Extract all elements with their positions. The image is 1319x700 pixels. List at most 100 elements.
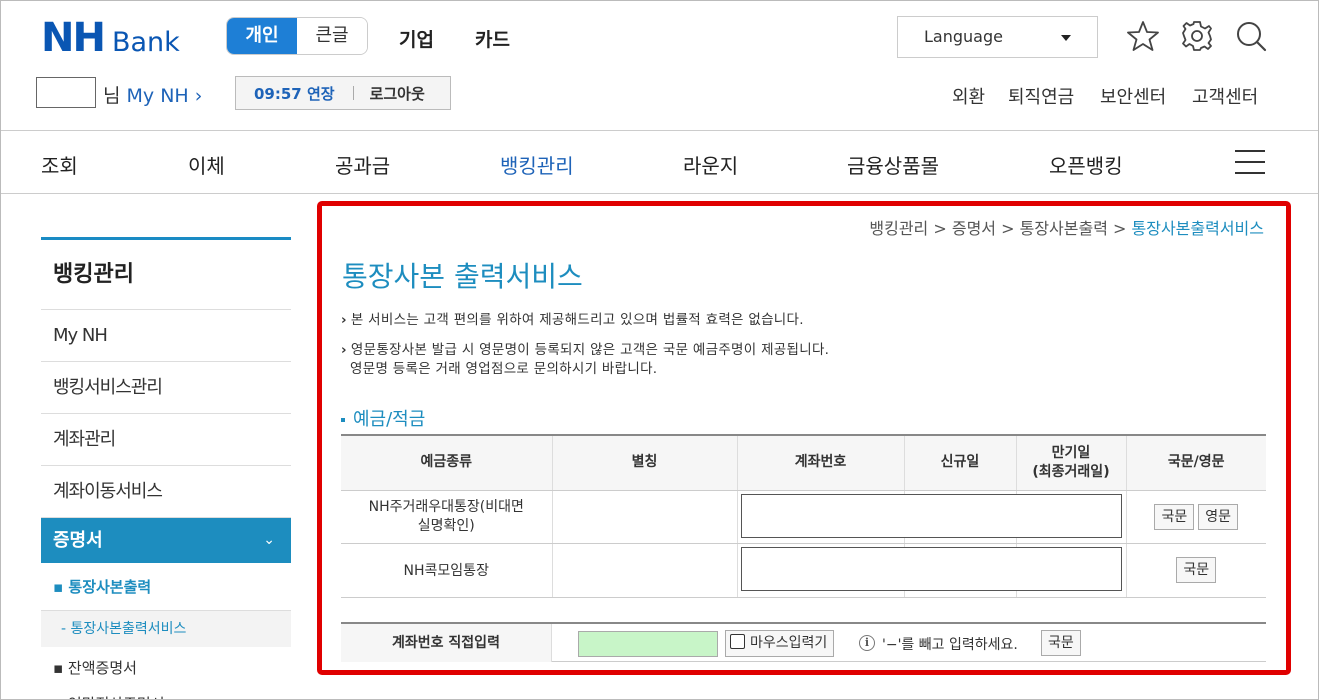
last-transaction-label: (최종거래일) [1032,463,1110,480]
breadcrumb-current: 통장사본출력서비스 [1131,219,1264,238]
direct-input-label: 계좌번호 직접입력 [341,624,552,662]
logout-button[interactable]: 로그아웃 [370,83,425,104]
header: NH Bank 개인 큰글 기업 카드 Language 님 My NH › 0… [1,1,1318,131]
korean-button[interactable]: 국문 [1176,557,1217,583]
col-header-language: 국문/영문 [1125,434,1266,491]
star-icon[interactable] [1126,19,1160,53]
deposit-type-cell: NH주거래우대통장(비대면실명확인) [341,490,552,544]
account-number-input[interactable] [578,631,718,657]
notice-1: › 본 서비스는 고객 편의를 위하여 제공해드리고 있으며 법률적 효력은 없습… [341,311,804,330]
nh-bank-logo[interactable]: NH Bank [41,15,180,61]
util-link-security[interactable]: 보안센터 [1100,83,1166,109]
hamburger-menu-icon[interactable] [1235,150,1265,174]
caret-down-icon [1061,35,1071,41]
personal-largefont-toggle: 개인 큰글 [226,17,368,55]
gear-icon[interactable] [1180,19,1214,53]
chevron-down-icon: ⌄ [263,532,275,548]
sidebar: 뱅킹관리 My NH 뱅킹서비스관리 계좌관리 계좌이동서비스 증명서 ⌄ ▪ … [41,237,291,699]
session-extend-button[interactable]: 09:57 연장 [254,83,335,104]
sidebar-item-certificate[interactable]: 증명서 ⌄ [41,518,291,563]
menu-lounge[interactable]: 라운지 [683,150,738,179]
sidebar-sub-balance-certificate[interactable]: ▪ 잔액증명서 [41,647,291,689]
col-header-nickname: 별칭 [551,434,737,491]
section-title: 예금/적금 [341,405,425,431]
language-label: Language [924,27,1003,46]
bullet-chevron-icon: › [341,342,347,358]
menu-utility-bills[interactable]: 공과금 [335,150,390,179]
my-nh-label: My NH › [126,85,203,107]
user-name-box [36,77,96,108]
col-header-deposit-type: 예금종류 [341,434,552,491]
korean-button[interactable]: 국문 [1154,503,1195,530]
sidebar-sub-passbook-copy-service[interactable]: - 통장사본출력서비스 [41,611,291,647]
nav-corporate[interactable]: 기업 [399,25,434,52]
menu-transfer[interactable]: 이체 [188,150,225,179]
sidebar-item-banking-service[interactable]: 뱅킹서비스관리 [41,362,291,414]
nav-card[interactable]: 카드 [475,25,510,52]
input-hint: '−'를 빼고 입력하세요. [882,637,1018,653]
english-button[interactable]: 영문 [1198,503,1239,530]
language-select[interactable]: Language [897,16,1098,58]
util-link-forex[interactable]: 외환 [952,83,985,109]
page: NH Bank 개인 큰글 기업 카드 Language 님 My NH › 0… [0,0,1319,700]
page-title: 통장사본 출력서비스 [342,260,583,293]
deposit-type: NH주거래우대통장(비대면 [368,498,524,515]
util-link-customer[interactable]: 고객센터 [1192,83,1258,109]
notice-1-text: 본 서비스는 고객 편의를 위하여 제공해드리고 있으며 법률적 효력은 없습니… [350,312,804,328]
menu-banking-management[interactable]: 뱅킹관리 [500,150,574,179]
sidebar-item-mynh[interactable]: My NH [41,310,291,362]
account-info-box [741,547,1122,591]
breadcrumb-item[interactable]: 통장사본출력 [1020,219,1108,238]
col-header-account-number: 계좌번호 [736,434,904,491]
tab-large-font[interactable]: 큰글 [297,18,367,54]
maturity-label: 만기일 [1051,444,1091,461]
menu-open-banking[interactable]: 오픈뱅킹 [1049,150,1123,179]
mouse-input-label: 마우스입력기 [750,635,828,651]
direct-input-row: 계좌번호 직접입력 마우스입력기 i '−'를 빼고 입력하세요. 국문 [341,622,1266,662]
bullet-chevron-icon: › [341,312,347,328]
notice-2: › 영문통장사본 발급 시 영문명이 등록되지 않은 고객은 국문 예금주명이 제… [341,341,829,379]
main-menu: 조회 이체 공과금 뱅킹관리 라운지 금융상품몰 오픈뱅킹 [1,132,1318,194]
section-bullet-icon [341,418,345,422]
mouse-input-toggle[interactable]: 마우스입력기 [725,630,835,657]
user-suffix: 님 [103,85,121,107]
breadcrumb-separator: > [928,219,952,238]
tab-personal[interactable]: 개인 [227,18,297,54]
sidebar-sub-passbook-copy[interactable]: ▪ 통장사본출력 [41,563,291,611]
col-header-open-date: 신규일 [903,434,1016,491]
nickname-cell [551,490,737,544]
breadcrumb-separator: > [1107,219,1132,238]
sidebar-sub-tax-certificate[interactable]: ▪ 연말정산증명서 [41,689,291,699]
deposit-type-cell: NH콕모임통장 [341,543,552,598]
section-title-text: 예금/적금 [353,409,426,430]
logo-bank: Bank [111,27,180,58]
sidebar-item-certificate-label: 증명서 [53,530,103,551]
my-nh-link[interactable]: 님 My NH › [103,81,202,108]
info-icon: i [859,635,875,651]
direct-korean-button[interactable]: 국문 [1041,630,1081,656]
menu-inquiry[interactable]: 조회 [41,150,78,179]
table-header-row: 예금종류 별칭 계좌번호 신규일 만기일 (최종거래일) 국문/영문 [341,434,1266,491]
account-info-box [741,494,1122,538]
search-icon[interactable] [1234,19,1268,53]
deposit-type-line2: 실명확인) [417,517,475,534]
mouse-input-checkbox[interactable] [730,634,745,649]
language-buttons-cell: 국문 영문 [1125,490,1266,544]
notice-2-text: 영문통장사본 발급 시 영문명이 등록되지 않은 고객은 국문 예금주명이 제공… [350,342,830,358]
col-header-maturity-date: 만기일 (최종거래일) [1015,434,1126,491]
sidebar-title: 뱅킹관리 [41,240,291,310]
sidebar-item-account-switch[interactable]: 계좌이동서비스 [41,466,291,518]
session-divider [352,86,354,100]
logo-nh: NH [41,15,106,61]
breadcrumb-item[interactable]: 증명서 [952,219,996,238]
breadcrumb: 뱅킹관리 > 증명서 > 통장사본출력 > 통장사본출력서비스 [869,215,1264,239]
language-buttons-cell: 국문 [1125,543,1266,598]
util-link-pension[interactable]: 퇴직연금 [1008,83,1074,109]
notice-2-text-line2: 영문명 등록은 거래 영업점으로 문의하시기 바랍니다. [350,361,658,377]
menu-financial-mall[interactable]: 금융상품몰 [847,150,939,179]
breadcrumb-separator: > [996,219,1020,238]
sidebar-item-account-management[interactable]: 계좌관리 [41,414,291,466]
nickname-cell [551,543,737,598]
session-box: 09:57 연장 로그아웃 [235,76,451,110]
breadcrumb-item[interactable]: 뱅킹관리 [869,219,928,238]
